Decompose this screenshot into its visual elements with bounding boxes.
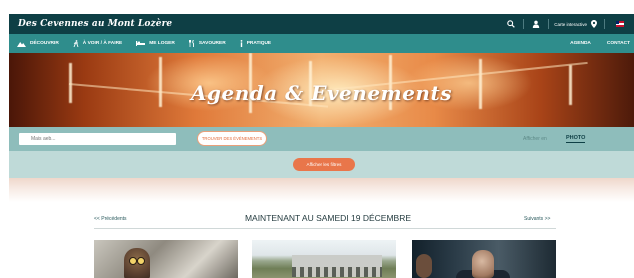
uk-flag-icon[interactable] (616, 21, 624, 27)
next-link[interactable]: Suivants >> (524, 216, 550, 222)
top-bar: Des Cevennes au Mont Lozère Carte intera… (9, 14, 634, 34)
event-card[interactable] (252, 240, 396, 278)
search-icon[interactable] (502, 14, 520, 34)
hero-title: Agenda & Evenements (191, 81, 452, 105)
decorative-fade (9, 178, 634, 202)
nav-item-pratique[interactable]: PRATIQUE (240, 40, 271, 47)
divider (604, 19, 605, 29)
site-logo[interactable]: Des Cevennes au Mont Lozère (18, 19, 172, 29)
cutlery-icon (188, 40, 195, 47)
user-icon[interactable] (527, 14, 545, 34)
interactive-map-label: Carte interactive (554, 21, 587, 27)
bed-icon (136, 41, 146, 46)
main-nav: DÉCOUVRIR À VOIR / À FAIRE ME LOGER SAVO… (9, 34, 634, 53)
nav-item-contact[interactable]: CONTACT (607, 41, 630, 46)
tab-photo[interactable]: PHOTO (566, 135, 586, 143)
divider (548, 19, 550, 29)
find-events-button[interactable]: TROUVER DES ÉVÉNEMENTS (197, 131, 267, 146)
nav-item-label: SAVOURER (198, 41, 226, 46)
top-bar-actions: Carte interactive (502, 14, 634, 34)
show-filters-button[interactable]: Afficher les filtres (293, 158, 355, 171)
event-card[interactable] (412, 240, 556, 278)
previous-link[interactable]: << Précédents (94, 216, 127, 222)
event-image (124, 248, 150, 278)
search-input[interactable] (19, 133, 176, 145)
event-card[interactable] (94, 240, 238, 278)
display-mode-label: Afficher en (523, 136, 547, 142)
event-image (416, 254, 432, 278)
nav-item-a-voir[interactable]: À VOIR / À FAIRE (73, 40, 122, 47)
location-pin-icon (591, 20, 597, 28)
interactive-map-link[interactable]: Carte interactive (552, 20, 601, 28)
event-image (292, 255, 382, 277)
filters-toggle-zone: Afficher les filtres (9, 151, 634, 178)
divider (523, 19, 525, 29)
nav-item-savourer[interactable]: SAVOURER (188, 40, 226, 47)
nav-right: AGENDA CONTACT (556, 41, 634, 46)
hiker-icon (73, 40, 79, 47)
nav-item-decouvrir[interactable]: DÉCOUVRIR (17, 41, 59, 47)
nav-item-label: À VOIR / À FAIRE (82, 41, 123, 46)
nav-item-me-loger[interactable]: ME LOGER (136, 41, 175, 46)
nav-item-label: ME LOGER (149, 41, 175, 46)
date-heading: MAINTENANT AU SAMEDI 19 DÉCEMBRE (244, 213, 412, 223)
nav-item-label: DÉCOUVRIR (30, 41, 59, 46)
hero-banner: Agenda & Evenements (9, 53, 634, 127)
event-filter-bar: TROUVER DES ÉVÉNEMENTS Afficher en PHOTO (9, 127, 634, 151)
nav-item-label: PRATIQUE (246, 41, 272, 46)
nav-item-agenda[interactable]: AGENDA (570, 41, 591, 46)
info-icon (240, 40, 243, 47)
divider (94, 228, 556, 229)
mountain-icon (17, 41, 26, 47)
event-image (472, 250, 494, 278)
